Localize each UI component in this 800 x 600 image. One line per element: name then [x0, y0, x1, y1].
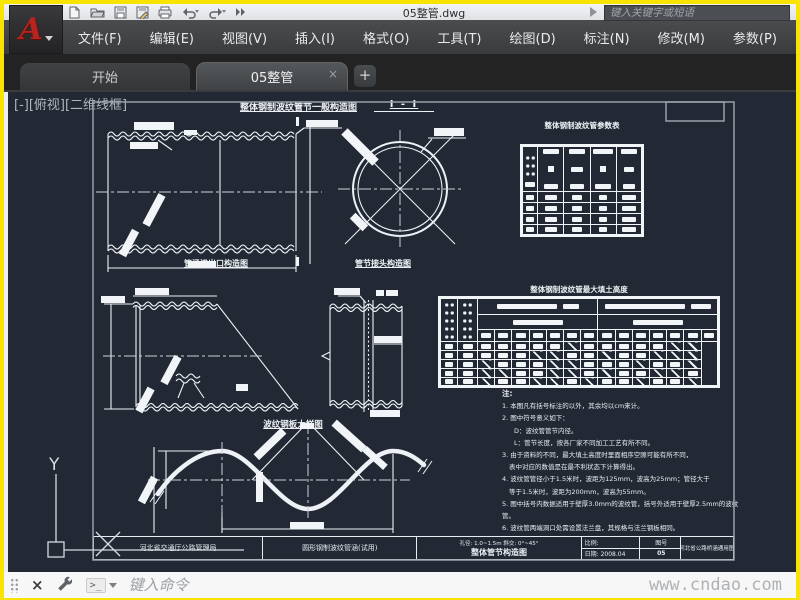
note-line: 表中对应的数值是在最不利状态下计算得出。 — [509, 463, 639, 472]
note-line: 1. 本图凡有括号标注的以外，其余均以cm来计。 — [502, 402, 644, 411]
ucs-y-label: Y — [48, 455, 60, 475]
wrench-icon[interactable] — [56, 575, 72, 595]
titleblock-no-value: 05 — [640, 547, 680, 560]
drawing-notes: 注: 1. 本图凡有括号标注的以外，其余均以cm来计。 2. 图中符号意义如下：… — [502, 388, 740, 534]
label-joint: 管节接头构造图 — [355, 259, 411, 268]
app-menu-button[interactable]: A — [9, 5, 63, 54]
drag-grip-icon[interactable] — [10, 577, 19, 593]
autocad-logo-icon: A — [19, 11, 43, 47]
watermark: www.cndao.com — [648, 575, 782, 595]
prompt-icon: >_ — [85, 577, 106, 593]
fill-height-table — [438, 296, 720, 388]
menu-modify[interactable]: 修改(M) — [658, 28, 705, 47]
new-tab-button[interactable]: + — [354, 65, 376, 87]
label-section-ii: I - I — [374, 99, 434, 112]
command-prompt[interactable]: >_ — [85, 577, 117, 593]
note-line: 4. 波纹管管径小于1.5米时，波距为125mm，波高为25mm；管径大于 — [502, 475, 710, 484]
titleblock-series: 河北省公路桥涵通用图 — [680, 546, 733, 552]
notes-title: 注: — [502, 389, 513, 398]
chevron-down-icon[interactable] — [108, 582, 117, 588]
title-bar: A 05整管.dwg — [4, 4, 796, 54]
tab-active-label: 05整管 — [250, 71, 294, 86]
note-line: D：波纹管管节内径。 — [514, 426, 578, 435]
command-input[interactable] — [126, 575, 431, 595]
menu-edit[interactable]: 编辑(E) — [150, 28, 194, 47]
tab-close-icon[interactable]: × — [328, 68, 338, 80]
new-file-icon[interactable] — [68, 6, 81, 19]
search-box — [604, 5, 790, 21]
note-line: 6. 波纹管两端洞口处需设置法兰盘，其规格与法兰钢板相同。 — [502, 524, 680, 533]
viewport-controls[interactable]: [-][俯视][二维线框] — [14, 94, 127, 113]
titleblock-sheet-title: 整体管节构造图 — [471, 547, 528, 557]
dim-text-blobs — [101, 117, 464, 529]
search-input[interactable] — [605, 7, 789, 19]
titleblock-spec: 孔径: 1.0~1.5m 斜交: 0°~45° — [459, 540, 539, 547]
menu-parametric[interactable]: 参数(P) — [733, 28, 777, 47]
drawing-canvas[interactable]: [-][俯视][二维线框] 整体钢制波纹管节一般构造图 I - I 整体钢制波纹… — [4, 92, 796, 572]
play-arrow-icon[interactable] — [590, 7, 597, 17]
menu-draw[interactable]: 绘图(D) — [510, 28, 556, 47]
titleblock-no-label: 图号 — [655, 539, 668, 547]
param-table — [520, 144, 644, 237]
tab-start[interactable]: 开始 — [20, 63, 190, 90]
menu-format[interactable]: 格式(O) — [363, 28, 409, 47]
redo-icon[interactable] — [208, 6, 226, 19]
save-as-icon[interactable] — [136, 6, 149, 19]
document-title: 05整管.dwg — [402, 7, 466, 20]
file-tab-bar: 开始 05整管 × + — [4, 54, 796, 92]
menu-dimension[interactable]: 标注(N) — [584, 28, 630, 47]
menu-tools[interactable]: 工具(T) — [437, 28, 481, 47]
close-command-icon[interactable]: × — [31, 577, 44, 593]
label-param-table-title: 整体钢制波纹管参数表 — [544, 121, 620, 130]
note-line: 5. 图中括号内数据适用于壁厚3.0mm的波纹管，括号外适用于壁厚2.5mm的波… — [502, 499, 739, 521]
app-window: A 05整管.dwg 文件(F) 编辑(E) 视图(V) 插入(I) 格式(O)… — [0, 0, 800, 600]
menu-bar: 文件(F) 编辑(E) 视图(V) 插入(I) 格式(O) 工具(T) 绘图(D… — [4, 20, 796, 54]
open-folder-icon[interactable] — [90, 6, 105, 19]
tab-start-label: 开始 — [91, 71, 118, 86]
label-plate-detail: 波纹钢板大样图 — [263, 420, 323, 430]
note-line: 等于1.5米时，波距为200mm，波高为55mm。 — [509, 487, 650, 496]
save-icon[interactable] — [114, 6, 127, 19]
label-fill-table-title: 整体钢制波纹管最大填土高度 — [530, 285, 628, 294]
chevron-down-icon — [44, 36, 53, 41]
titleblock-project: 圆形钢制波纹管涵(试用) — [263, 537, 418, 559]
menu-view[interactable]: 视图(V) — [222, 28, 267, 47]
note-line: L：管节长度，按各厂家不同加工工艺有所不同。 — [514, 438, 655, 447]
undo-icon[interactable] — [181, 6, 199, 19]
note-line: 2. 图中符号意义如下： — [502, 414, 569, 423]
label-outlet: 管涵进出口构造图 — [184, 259, 248, 268]
quick-access-toolbar — [68, 6, 247, 19]
plot-icon[interactable] — [158, 6, 172, 19]
menu-file[interactable]: 文件(F) — [78, 28, 122, 47]
titleblock-date: 日期: 2008.04 — [581, 547, 640, 560]
tab-05zhengguan[interactable]: 05整管 × — [196, 62, 348, 90]
more-icon[interactable] — [235, 7, 247, 17]
note-line: 3. 由于资料的不同，最大填土高度时里面相序空隙可能有所不同， — [502, 451, 693, 460]
titleblock-scale: 比例: — [584, 539, 599, 547]
command-bar: × >_ www.cndao.com — [4, 572, 796, 598]
menu-insert[interactable]: 插入(I) — [295, 28, 335, 47]
title-block: 河北省交通厅公路管理局 圆形钢制波纹管涵(试用) 孔径: 1.0~1.5m 斜交… — [93, 536, 734, 560]
titleblock-org: 河北省交通厅公路管理局 — [94, 537, 264, 559]
